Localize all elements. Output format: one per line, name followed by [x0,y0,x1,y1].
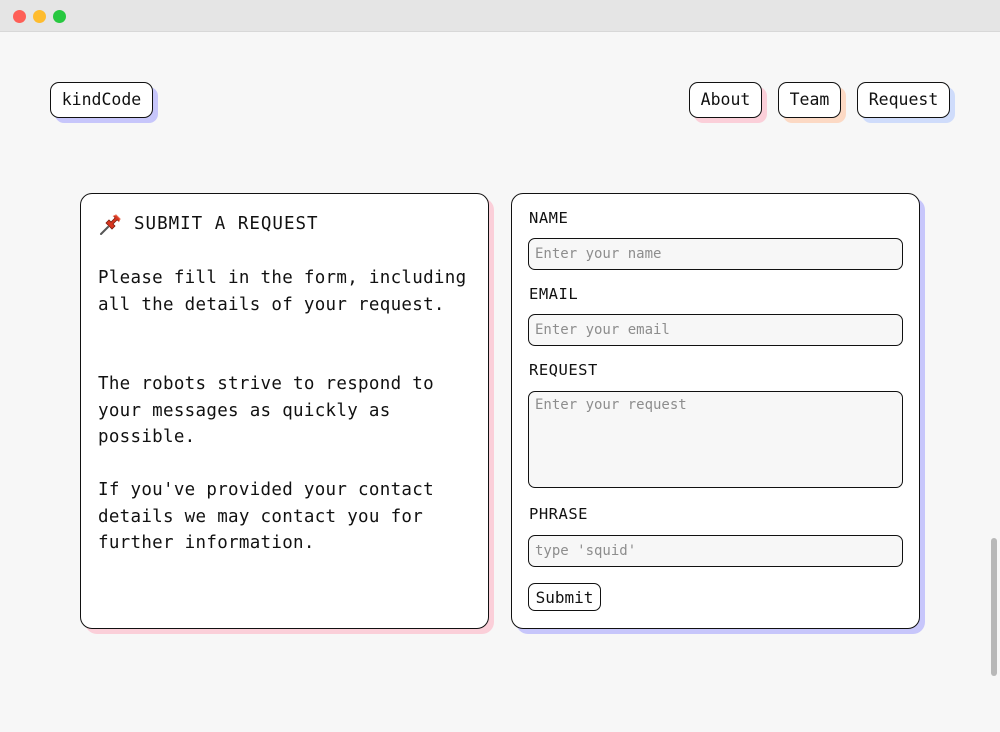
name-field[interactable] [528,238,903,270]
info-card-title: SUBMIT A REQUEST [134,214,319,234]
email-field[interactable] [528,314,903,346]
phrase-label: PHRASE [529,505,588,523]
request-label: REQUEST [529,361,598,379]
close-window-button[interactable] [13,10,26,23]
page: kindCode About Team Request SUBMIT A REQ… [0,32,1000,732]
maximize-window-button[interactable] [53,10,66,23]
info-paragraph: If you've provided your contact details … [98,480,434,553]
window-titlebar [0,0,1000,32]
info-paragraph: Please fill in the form, including all t… [98,268,467,315]
submit-button[interactable]: Submit [528,583,601,611]
scrollbar-thumb[interactable] [991,538,997,676]
minimize-window-button[interactable] [33,10,46,23]
phrase-field[interactable] [528,535,903,567]
nav-link-team[interactable]: Team [778,82,841,118]
info-card-header: SUBMIT A REQUEST [98,212,319,236]
pushpin-icon [100,214,121,235]
email-label: EMAIL [529,285,579,303]
logo-link[interactable]: kindCode [50,82,153,118]
info-card: SUBMIT A REQUEST Please fill in the form… [80,193,489,629]
info-paragraph: The robots strive to respond to your mes… [98,374,434,447]
nav-link-request[interactable]: Request [857,82,950,118]
request-form: NAME EMAIL REQUEST PHRASE Submit [511,193,920,629]
name-label: NAME [529,209,569,227]
nav-link-about[interactable]: About [689,82,762,118]
request-textarea[interactable] [528,391,903,488]
